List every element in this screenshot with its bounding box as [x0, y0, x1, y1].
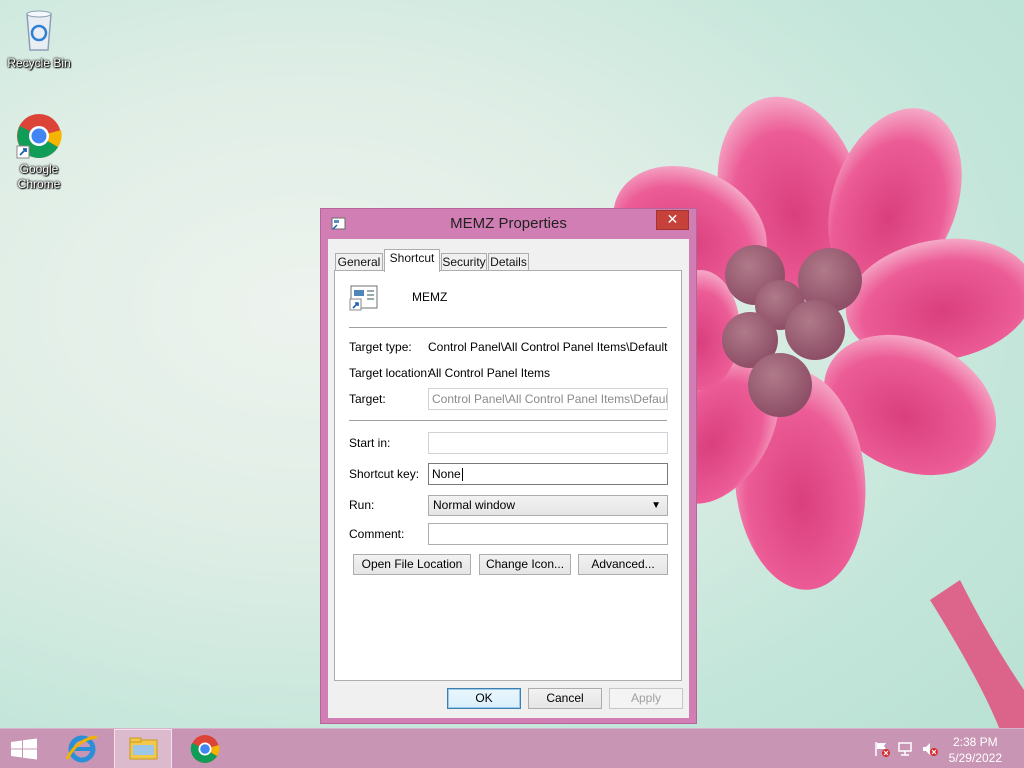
dialog-title: MEMZ Properties — [450, 215, 567, 232]
chrome-icon — [15, 112, 63, 160]
chrome-icon — [190, 735, 220, 763]
volume-muted-icon[interactable] — [921, 741, 939, 757]
dialog-titlebar[interactable]: MEMZ Properties ✕ — [321, 209, 696, 239]
file-explorer-icon — [129, 737, 158, 760]
action-center-flag-icon[interactable] — [873, 741, 891, 757]
separator — [349, 420, 667, 421]
target-location-label: Target location: — [349, 366, 431, 380]
ok-button[interactable]: OK — [447, 688, 521, 709]
start-icon — [11, 738, 37, 760]
recycle-bin-label: Recycle Bin — [7, 56, 71, 70]
shortcut-name: MEMZ — [412, 290, 448, 304]
memz-properties-dialog: MEMZ Properties ✕ General Shortcut Secur… — [320, 208, 697, 724]
desktop-icon-google-chrome[interactable]: Google Chrome — [1, 112, 77, 192]
internet-explorer-icon — [65, 735, 98, 763]
change-icon-button[interactable]: Change Icon... — [479, 554, 571, 575]
chrome-label-line1: Google — [19, 162, 59, 176]
start-in-label: Start in: — [349, 436, 391, 450]
run-select-value: Normal window — [433, 498, 516, 512]
cancel-button[interactable]: Cancel — [528, 688, 602, 709]
tab-details[interactable]: Details — [488, 253, 529, 271]
network-icon[interactable] — [897, 741, 915, 757]
separator — [349, 327, 667, 328]
taskbar: 2:38 PM 5/29/2022 — [0, 728, 1024, 768]
system-clock[interactable]: 2:38 PM 5/29/2022 — [949, 734, 1002, 766]
close-button[interactable]: ✕ — [656, 210, 689, 230]
run-label: Run: — [349, 498, 375, 512]
shortcut-tab-panel: MEMZ Target type: Control Panel\All Cont… — [334, 270, 682, 681]
clock-time: 2:38 PM — [952, 735, 998, 749]
target-field[interactable]: Control Panel\All Control Panel Items\De… — [428, 388, 668, 410]
tab-security[interactable]: Security — [441, 253, 487, 271]
tab-shortcut[interactable]: Shortcut — [384, 249, 440, 272]
advanced-button[interactable]: Advanced... — [578, 554, 668, 575]
target-type-value: Control Panel\All Control Panel Items\De… — [428, 340, 668, 354]
tab-general[interactable]: General — [335, 253, 383, 271]
start-in-field[interactable] — [428, 432, 668, 454]
taskbar-chrome[interactable] — [176, 729, 234, 768]
run-select[interactable]: Normal window ▼ — [428, 495, 668, 516]
target-type-label: Target type: — [349, 340, 412, 354]
taskbar-file-explorer[interactable] — [114, 729, 172, 768]
dialog-client-area: General Shortcut Security Details MEMZ T… — [328, 239, 689, 718]
desktop-icon-recycle-bin[interactable]: Recycle Bin — [1, 6, 77, 71]
text-caret — [461, 468, 463, 482]
chrome-label-line2: Chrome — [17, 177, 61, 191]
comment-label: Comment: — [349, 527, 405, 541]
recycle-bin-icon — [15, 6, 63, 54]
shortcut-key-field[interactable]: None — [428, 463, 668, 485]
chevron-down-icon: ▼ — [651, 500, 661, 511]
apply-button[interactable]: Apply — [609, 688, 683, 709]
target-label: Target: — [349, 392, 386, 406]
clock-date: 5/29/2022 — [948, 751, 1002, 765]
shortcut-file-icon — [349, 284, 381, 312]
target-location-value: All Control Panel Items — [428, 366, 551, 380]
start-button[interactable] — [0, 729, 58, 768]
open-file-location-button[interactable]: Open File Location — [353, 554, 471, 575]
taskbar-internet-explorer[interactable] — [53, 729, 111, 768]
shortcut-key-value: None — [432, 467, 461, 481]
comment-field[interactable] — [428, 523, 668, 545]
shortcut-key-label: Shortcut key: — [349, 467, 420, 481]
